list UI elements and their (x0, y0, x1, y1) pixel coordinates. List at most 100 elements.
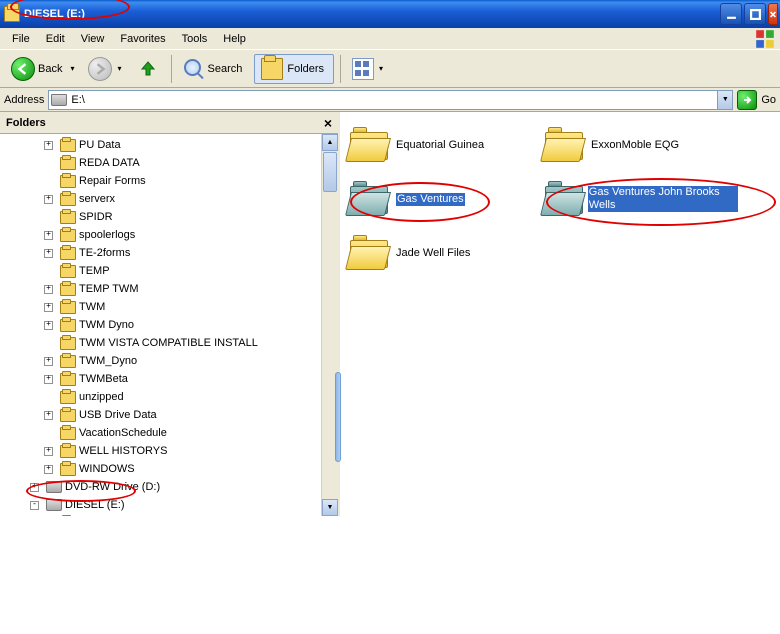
menu-tools[interactable]: Tools (174, 31, 216, 47)
window-icon (4, 6, 20, 22)
folder-item[interactable]: Gas Ventures John Brooks Wells (543, 172, 738, 226)
search-icon (183, 58, 205, 80)
tree-item[interactable]: VacationSchedule (0, 424, 338, 442)
toolbar: Back▾ ▾ Search Folders ▾ (0, 50, 780, 88)
menu-bar: File Edit View Favorites Tools Help (0, 28, 780, 50)
address-bar: Address E:\ ▼ Go (0, 88, 780, 112)
expand-toggle[interactable]: + (44, 249, 53, 258)
expand-toggle[interactable]: + (44, 285, 53, 294)
windows-logo-icon (754, 28, 776, 50)
expand-toggle (44, 177, 53, 186)
expand-toggle[interactable]: + (44, 357, 53, 366)
expand-toggle[interactable]: + (44, 447, 53, 456)
tree-item[interactable]: REDA DATA (0, 154, 338, 172)
folder-icon (348, 236, 390, 270)
forward-icon (88, 57, 112, 81)
expand-toggle[interactable]: + (44, 141, 53, 150)
minimize-button[interactable] (720, 3, 742, 25)
tree-item[interactable]: +USB Drive Data (0, 406, 338, 424)
scroll-thumb[interactable] (323, 152, 337, 192)
expand-toggle[interactable]: + (44, 465, 53, 474)
close-button[interactable] (768, 3, 778, 25)
folder-label: Gas Ventures (396, 193, 465, 206)
folder-icon (348, 128, 390, 162)
tree-item[interactable]: unzipped (0, 388, 338, 406)
folder-item[interactable]: ExxonMoble EQG (543, 118, 738, 172)
tree-item[interactable]: +TWMBeta (0, 370, 338, 388)
folders-button[interactable]: Folders (254, 54, 334, 84)
tree-item[interactable]: TWM VISTA COMPATIBLE INSTALL (0, 334, 338, 352)
folder-label: ExxonMoble EQG (591, 139, 679, 152)
tree-item[interactable]: +TWM (0, 298, 338, 316)
tree-item-label: TWM_Dyno (79, 355, 137, 367)
folder-icon (60, 373, 76, 386)
views-button[interactable]: ▾ (347, 54, 388, 84)
folder-icon (60, 463, 76, 476)
search-button[interactable]: Search (178, 54, 251, 84)
main-scrollbar[interactable] (335, 372, 341, 462)
tree-item[interactable]: + WINDOWS (0, 460, 338, 478)
go-button[interactable] (737, 90, 757, 110)
menu-help[interactable]: Help (215, 31, 254, 47)
expand-toggle[interactable]: - (30, 501, 39, 510)
tree-item[interactable]: TEMP (0, 262, 338, 280)
tree-item[interactable]: +WELL HISTORYS (0, 442, 338, 460)
tree-item-label: VacationSchedule (79, 427, 167, 439)
expand-toggle[interactable]: + (44, 303, 53, 312)
address-input[interactable]: E:\ ▼ (48, 90, 733, 110)
expand-toggle[interactable]: + (44, 321, 53, 330)
tree-item[interactable]: +TE-2forms (0, 244, 338, 262)
folder-icon (543, 182, 582, 216)
back-button[interactable]: Back▾ (6, 54, 79, 84)
tree-item[interactable]: +TEMP TWM (0, 280, 338, 298)
tree-item-label: WINDOWS (79, 463, 135, 475)
tree-item[interactable]: SPIDR (0, 208, 338, 226)
chevron-down-icon[interactable]: ▾ (379, 64, 383, 73)
folder-icon (60, 193, 76, 206)
menu-file[interactable]: File (4, 31, 38, 47)
folder-icon (60, 175, 76, 188)
tree-item[interactable]: +TWM Dyno (0, 316, 338, 334)
expand-toggle[interactable]: + (44, 195, 53, 204)
folder-icon (60, 391, 76, 404)
expand-toggle (44, 267, 53, 276)
menu-favorites[interactable]: Favorites (112, 31, 173, 47)
folder-icon (60, 445, 76, 458)
drive-icon (51, 94, 67, 106)
expand-toggle[interactable]: + (44, 375, 53, 384)
folder-item[interactable]: Jade Well Files (348, 226, 543, 280)
tree-item[interactable]: Repair Forms (0, 172, 338, 190)
tree-item[interactable]: +PU Data (0, 136, 338, 154)
folder-tree: ▲ ▼ +PU DataREDA DATARepair Forms + server… (0, 134, 338, 516)
title-bar: DIESEL (E:) (0, 0, 780, 28)
folder-item[interactable]: Gas Ventures (348, 172, 543, 226)
folder-icon (60, 355, 76, 368)
folder-label: Gas Ventures John Brooks Wells (588, 186, 738, 212)
scroll-down-button[interactable]: ▼ (322, 499, 338, 516)
menu-view[interactable]: View (73, 31, 113, 47)
address-dropdown[interactable]: ▼ (717, 91, 732, 109)
tree-item[interactable]: -DIESEL (E:) (0, 496, 338, 514)
scroll-up-button[interactable]: ▲ (322, 134, 338, 151)
up-button[interactable] (131, 54, 165, 84)
tree-item[interactable]: + TWM_Dyno (0, 352, 338, 370)
folders-icon (261, 58, 283, 80)
expand-toggle[interactable]: + (30, 483, 39, 492)
tree-item-label: TEMP (79, 265, 110, 277)
tree-item[interactable]: +DVD-RW Drive (D:) (0, 478, 338, 496)
sidebar-close[interactable]: × (324, 115, 332, 131)
expand-toggle[interactable]: + (44, 231, 53, 240)
chevron-down-icon[interactable]: ▾ (70, 64, 74, 73)
tree-item-label: serverx (79, 193, 115, 205)
forward-button[interactable]: ▾ (83, 54, 126, 84)
folder-icon (60, 139, 76, 152)
tree-item[interactable]: + serverx (0, 190, 338, 208)
folder-item[interactable]: Equatorial Guinea (348, 118, 543, 172)
folder-icon (60, 409, 76, 422)
chevron-down-icon[interactable]: ▾ (117, 64, 121, 73)
tree-item[interactable]: +spoolerlogs (0, 226, 338, 244)
menu-edit[interactable]: Edit (38, 31, 73, 47)
maximize-button[interactable] (744, 3, 766, 25)
expand-toggle (44, 393, 53, 402)
expand-toggle[interactable]: + (44, 411, 53, 420)
